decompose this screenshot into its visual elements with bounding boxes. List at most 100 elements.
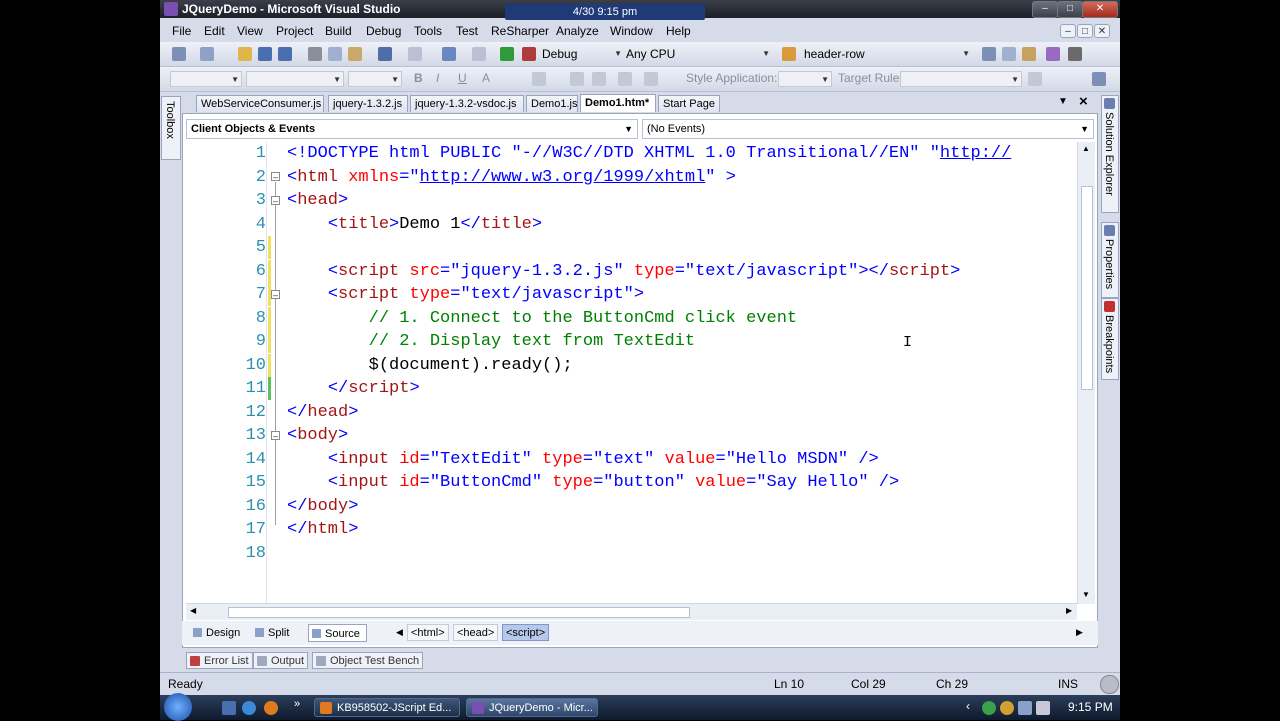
add-item-icon[interactable] [200, 47, 214, 61]
save-icon[interactable] [258, 47, 272, 61]
breadcrumb-head[interactable]: <head> [453, 624, 499, 641]
tray-expand-icon[interactable]: ‹ [966, 699, 970, 713]
error-list-tab[interactable]: Error List [186, 652, 253, 669]
scroll-up-icon[interactable]: ▲ [1082, 144, 1090, 153]
tray-monitor-icon[interactable] [1018, 701, 1032, 715]
solution-configuration-combo[interactable]: Debug ▼ [538, 46, 624, 62]
menu-help[interactable]: Help [666, 24, 691, 38]
menu-edit[interactable]: Edit [204, 24, 225, 38]
scroll-left-icon[interactable]: ◀ [190, 606, 196, 615]
split-view-button[interactable]: Split [252, 624, 295, 642]
tray-volume-icon[interactable] [1036, 701, 1050, 715]
show-desktop-icon[interactable] [222, 701, 236, 715]
find-in-files-icon[interactable] [782, 47, 796, 61]
collapse-html-toggle[interactable]: – [271, 172, 280, 182]
object-test-bench-tab[interactable]: Object Test Bench [312, 652, 424, 669]
underline-button[interactable]: U [458, 71, 467, 85]
mdi-close-button[interactable]: ✕ [1094, 24, 1110, 38]
breadcrumb-html[interactable]: <html> [407, 624, 449, 641]
properties-tab[interactable]: Properties [1101, 222, 1119, 298]
taskbar-item-jquerydemo[interactable]: JQueryDemo - Micr... [466, 698, 598, 717]
font-size-combo[interactable]: ▼ [348, 71, 402, 87]
solution-platform-combo[interactable]: Any CPU ▼ [622, 46, 772, 62]
menu-build[interactable]: Build [325, 24, 352, 38]
design-view-button[interactable]: Design [190, 624, 246, 642]
solution-explorer-icon[interactable] [982, 47, 996, 61]
taskbar-clock[interactable]: 9:15 PM [1068, 700, 1113, 714]
selection-margin[interactable] [186, 142, 206, 604]
navigate-forward-icon[interactable] [472, 47, 486, 61]
mdi-restore-button[interactable]: □ [1077, 24, 1093, 38]
new-project-icon[interactable] [172, 47, 186, 61]
crumb-forward-icon[interactable]: ▶ [1076, 627, 1083, 638]
client-objects-combo[interactable]: Client Objects & Events ▼ [186, 119, 638, 139]
tab-jquery-vsdoc[interactable]: jquery-1.3.2-vsdoc.js [410, 95, 524, 112]
tab-list-dropdown-icon[interactable]: ▼ [1058, 96, 1068, 107]
indent-icon[interactable] [618, 72, 632, 86]
redo-icon[interactable] [408, 47, 422, 61]
menu-resharper[interactable]: ReSharper [491, 24, 549, 38]
cut-icon[interactable] [308, 47, 322, 61]
tray-network-icon[interactable] [982, 701, 996, 715]
source-view-button[interactable]: Source [308, 624, 367, 642]
firefox-icon[interactable] [264, 701, 278, 715]
output-tab[interactable]: Output [253, 652, 309, 669]
horizontal-scroll-thumb[interactable] [228, 607, 690, 618]
crumb-back-icon[interactable]: ◀ [396, 627, 403, 638]
tools-icon[interactable] [1068, 47, 1082, 61]
style-icon[interactable] [644, 72, 658, 86]
paste-icon[interactable] [348, 47, 362, 61]
reuse-rule-icon[interactable] [1028, 72, 1042, 86]
block-format-combo[interactable]: ▼ [170, 71, 242, 87]
target-rule-combo[interactable]: ▼ [900, 71, 1022, 87]
font-name-combo[interactable]: ▼ [246, 71, 344, 87]
close-window-button[interactable]: ✕ [1082, 1, 1118, 18]
collapse-body-toggle[interactable]: – [271, 431, 280, 441]
close-tab-icon[interactable]: × [1079, 93, 1088, 110]
minimize-button[interactable]: – [1032, 1, 1058, 18]
bold-button[interactable]: B [414, 71, 423, 85]
navigate-backward-icon[interactable] [442, 47, 456, 61]
menu-debug[interactable]: Debug [366, 24, 401, 38]
quicklaunch-more-icon[interactable]: » [294, 698, 300, 710]
scroll-right-icon[interactable]: ▶ [1066, 606, 1072, 615]
tab-demo1-htm[interactable]: Demo1.htm* [580, 94, 656, 112]
tab-jquery[interactable]: jquery-1.3.2.js [328, 95, 408, 112]
menu-test[interactable]: Test [456, 24, 478, 38]
solution-explorer-tab[interactable]: Solution Explorer [1101, 95, 1119, 213]
save-all-icon[interactable] [278, 47, 292, 61]
font-color-button[interactable]: A [482, 71, 490, 85]
collapse-script-toggle[interactable]: – [271, 290, 280, 300]
italic-button[interactable]: I [436, 71, 439, 85]
horizontal-scrollbar[interactable]: ◀ ▶ [186, 603, 1077, 620]
start-button[interactable] [164, 693, 192, 721]
mdi-minimize-button[interactable]: – [1060, 24, 1076, 38]
menu-analyze[interactable]: Analyze [556, 24, 599, 38]
menu-file[interactable]: File [172, 24, 191, 38]
internet-explorer-icon[interactable] [242, 701, 256, 715]
maximize-button[interactable]: □ [1057, 1, 1083, 18]
tab-webserviceconsumer[interactable]: WebServiceConsumer.js [196, 95, 324, 112]
collapse-head-toggle[interactable]: – [271, 196, 280, 206]
properties-window-icon[interactable] [1002, 47, 1016, 61]
style-application-combo[interactable]: ▼ [778, 71, 832, 87]
toolbox-icon[interactable] [1046, 47, 1060, 61]
copy-icon[interactable] [328, 47, 342, 61]
breakpoints-tab[interactable]: Breakpoints [1101, 298, 1119, 380]
find-combo[interactable]: header-row ▼ [800, 46, 972, 62]
breadcrumb-script[interactable]: <script> [502, 624, 550, 641]
bullets-icon[interactable] [570, 72, 584, 86]
align-icon[interactable] [532, 72, 546, 86]
vertical-scrollbar[interactable]: ▲ ▼ [1077, 142, 1095, 604]
menu-tools[interactable]: Tools [414, 24, 442, 38]
start-debugging-icon[interactable] [500, 47, 514, 61]
taskbar-item-kb958502[interactable]: KB958502-JScript Ed... [314, 698, 460, 717]
vertical-scroll-thumb[interactable] [1081, 186, 1093, 390]
numbering-icon[interactable] [592, 72, 606, 86]
tray-app-icon[interactable] [1000, 701, 1014, 715]
object-browser-icon[interactable] [1022, 47, 1036, 61]
tab-start-page[interactable]: Start Page [658, 95, 720, 112]
tab-demo1-js[interactable]: Demo1.js [526, 95, 578, 112]
toolbox-tab[interactable]: Toolbox [161, 96, 181, 160]
open-file-icon[interactable] [238, 47, 252, 61]
